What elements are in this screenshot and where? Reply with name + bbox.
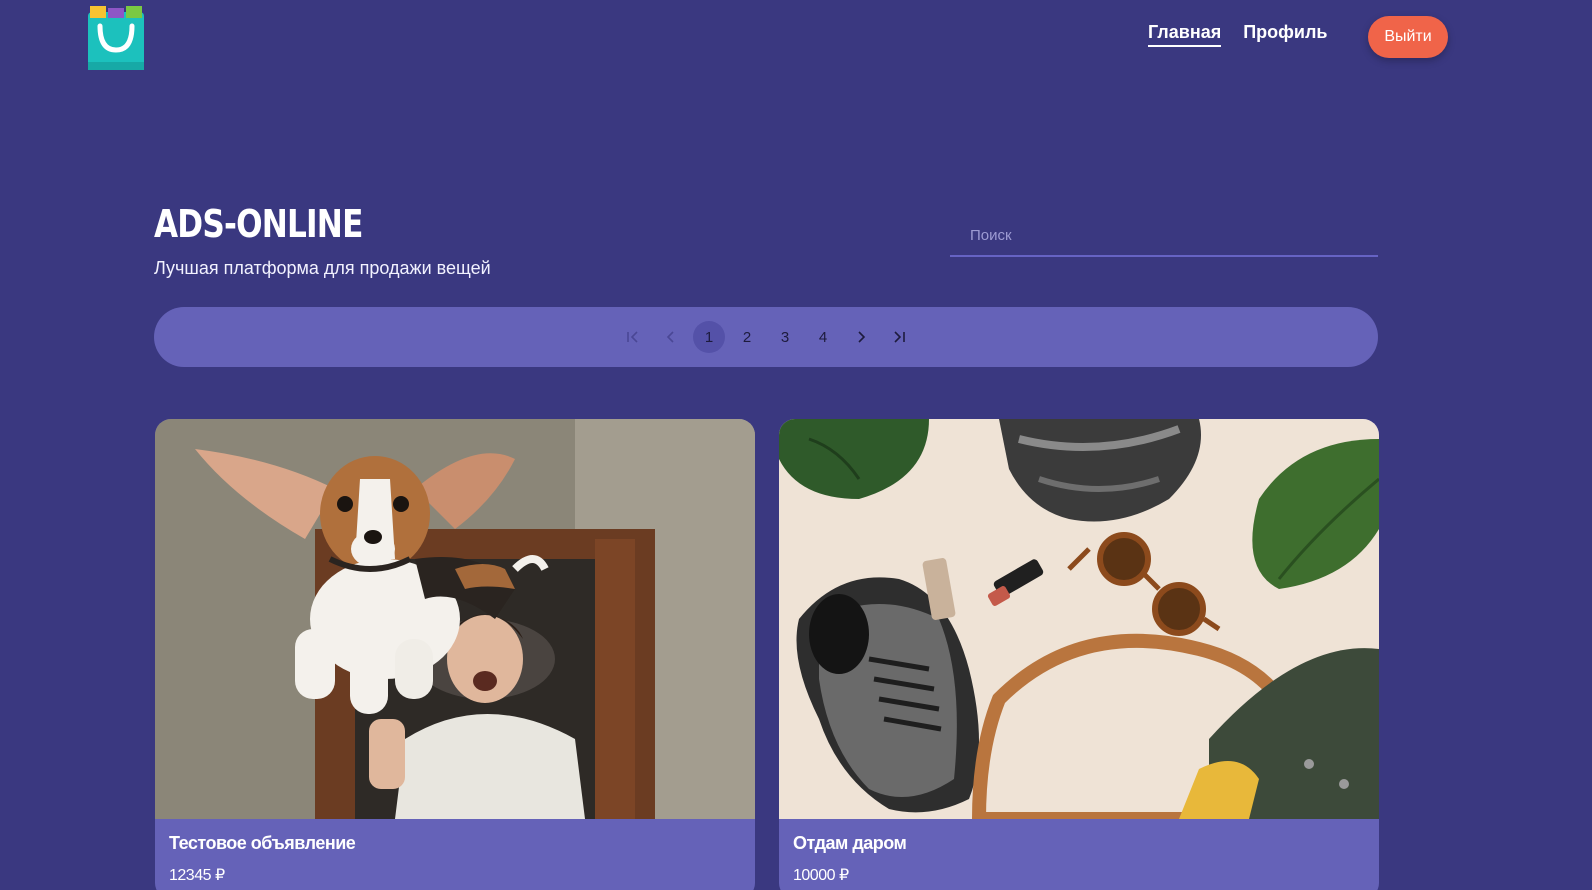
page-subtitle: Лучшая платформа для продажи вещей: [154, 258, 491, 278]
page-button-3[interactable]: 3: [769, 321, 801, 353]
ad-title: Отдам даром: [793, 833, 907, 853]
nav-profile-link[interactable]: Профиль: [1243, 22, 1327, 47]
sneakers-flatlay-photo: [779, 419, 1379, 826]
last-page-icon[interactable]: [883, 321, 915, 353]
page: Главная Профиль Выйти ADS-ONLINE Лучшая …: [0, 0, 1592, 890]
next-page-icon[interactable]: [845, 321, 877, 353]
page-button-4[interactable]: 4: [807, 321, 839, 353]
first-page-icon[interactable]: [617, 321, 649, 353]
ad-title: Тестовое объявление: [169, 833, 356, 853]
prev-page-icon[interactable]: [655, 321, 687, 353]
search-input[interactable]: [950, 215, 1378, 257]
nav-home-link[interactable]: Главная: [1148, 22, 1222, 47]
flying-beagle-photo: [155, 419, 755, 819]
ad-card[interactable]: Отдам даром 10000 ₽: [779, 419, 1379, 890]
ad-price: 12345 ₽: [169, 867, 225, 884]
ad-card[interactable]: Тестовое объявление 12345 ₽: [155, 419, 755, 890]
main-nav: Главная Профиль: [1148, 22, 1327, 47]
page-button-2[interactable]: 2: [731, 321, 763, 353]
ad-price: 10000 ₽: [793, 867, 849, 884]
page-button-1[interactable]: 1: [693, 321, 725, 353]
page-title: ADS-ONLINE: [154, 202, 363, 246]
pagination-bar: 1 2 3 4: [154, 307, 1378, 367]
shopping-bag-logo[interactable]: [86, 4, 146, 70]
logout-button[interactable]: Выйти: [1368, 16, 1448, 58]
